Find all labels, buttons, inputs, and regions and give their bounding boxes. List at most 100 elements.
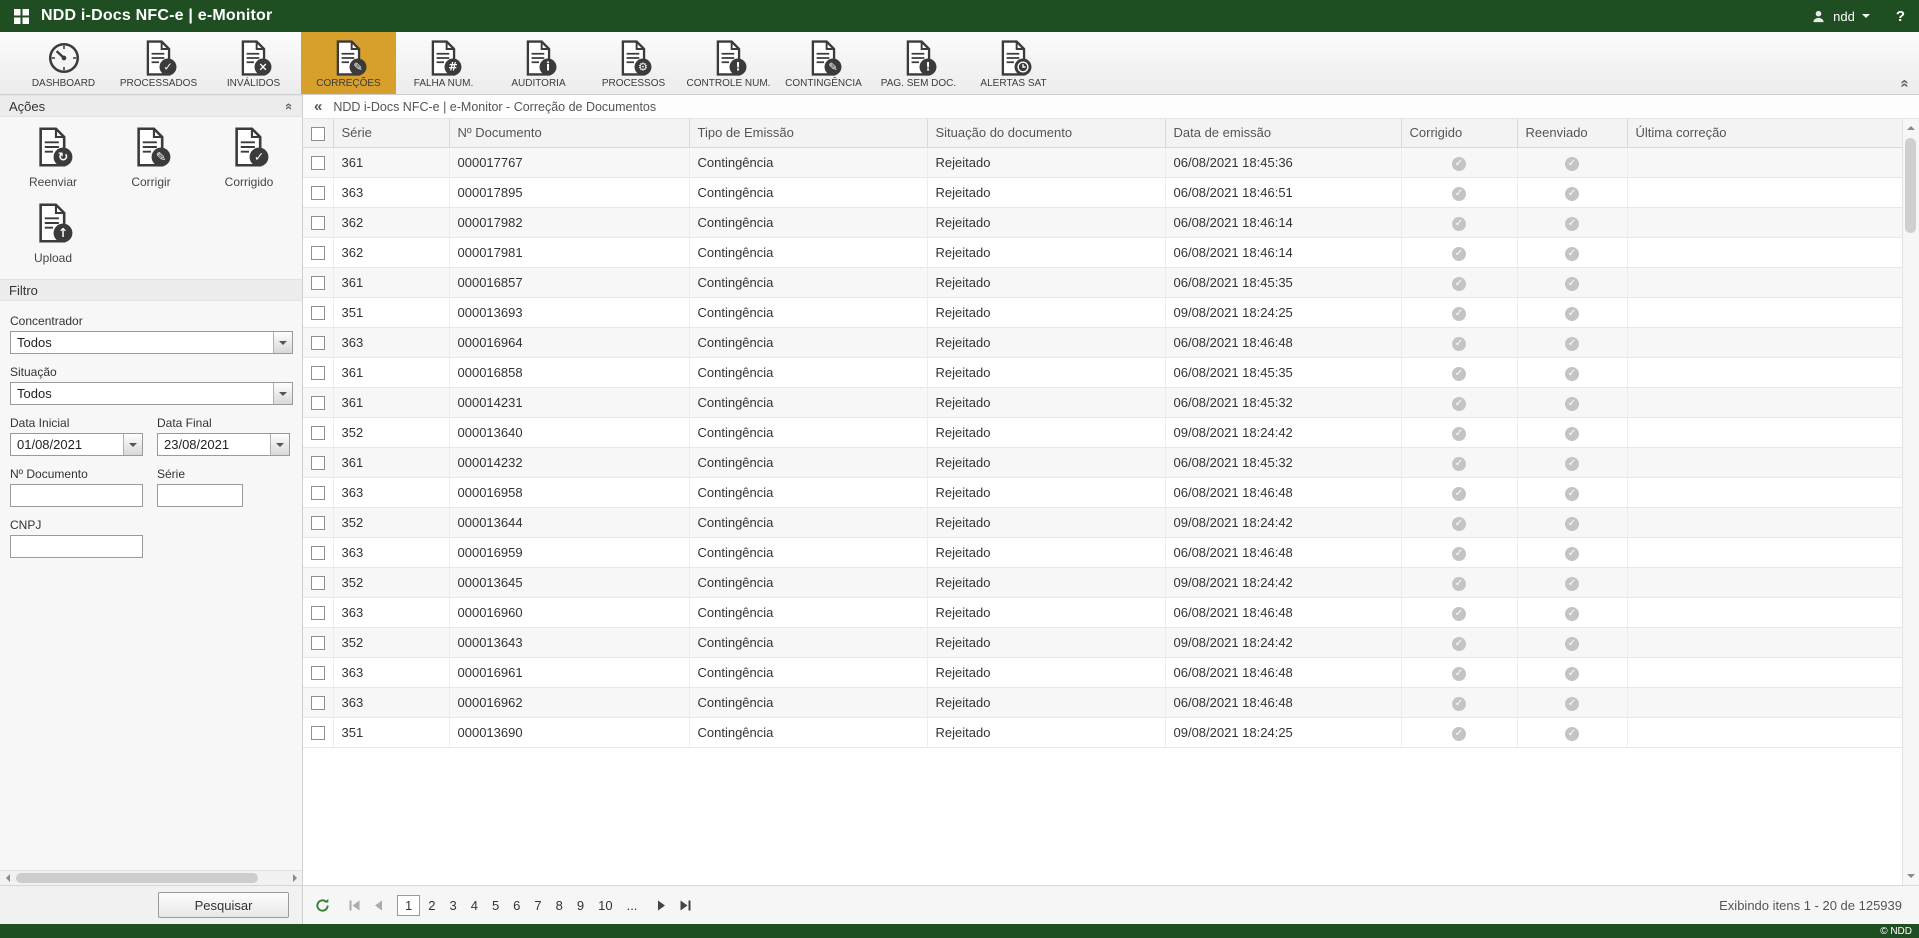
data-final-picker[interactable]: 23/08/2021: [157, 433, 290, 456]
row-checkbox[interactable]: [311, 276, 325, 290]
sidebar-horizontal-scrollbar[interactable]: [0, 870, 302, 885]
row-checkbox[interactable]: [311, 186, 325, 200]
toolbar-item-dashboard[interactable]: DASHBOARD: [16, 32, 111, 94]
column-header-corrigido[interactable]: Corrigido: [1401, 119, 1517, 147]
row-checkbox[interactable]: [311, 606, 325, 620]
row-checkbox[interactable]: [311, 216, 325, 230]
table-row[interactable]: 363000016959ContingênciaRejeitado06/08/2…: [303, 537, 1902, 567]
row-checkbox[interactable]: [311, 486, 325, 500]
refresh-button[interactable]: [315, 898, 330, 913]
toolbar-item-controle-num[interactable]: !CONTROLE NUM.: [681, 32, 776, 94]
column-header-data-de-emiss-o[interactable]: Data de emissão: [1165, 119, 1401, 147]
row-checkbox[interactable]: [311, 666, 325, 680]
page-button-9[interactable]: 9: [571, 896, 590, 915]
action-upload[interactable]: ↑Upload: [4, 203, 102, 265]
table-row[interactable]: 361000017767ContingênciaRejeitado06/08/2…: [303, 147, 1902, 177]
app-grid-icon[interactable]: [14, 9, 29, 24]
first-page-button[interactable]: [345, 900, 364, 911]
help-button[interactable]: ?: [1896, 8, 1905, 25]
column-header-ltima-corre-o[interactable]: Última correção: [1627, 119, 1902, 147]
toolbar-item-conting-ncia[interactable]: ✎CONTINGÊNCIA: [776, 32, 871, 94]
table-row[interactable]: 352000013643ContingênciaRejeitado09/08/2…: [303, 627, 1902, 657]
user-menu[interactable]: ndd: [1811, 9, 1870, 24]
table-row[interactable]: 361000014231ContingênciaRejeitado06/08/2…: [303, 387, 1902, 417]
toolbar-item-inv-lidos[interactable]: ×INVÁLIDOS: [206, 32, 301, 94]
num-documento-input[interactable]: [10, 484, 143, 507]
table-row[interactable]: 363000016960ContingênciaRejeitado06/08/2…: [303, 597, 1902, 627]
table-row[interactable]: 362000017982ContingênciaRejeitado06/08/2…: [303, 207, 1902, 237]
scrollbar-thumb[interactable]: [16, 873, 258, 883]
search-button[interactable]: Pesquisar: [158, 892, 289, 918]
row-checkbox[interactable]: [311, 366, 325, 380]
last-page-button[interactable]: [676, 900, 695, 911]
row-checkbox[interactable]: [311, 306, 325, 320]
column-header-reenviado[interactable]: Reenviado: [1517, 119, 1627, 147]
scroll-right-arrow-icon[interactable]: [287, 871, 302, 886]
table-row[interactable]: 363000016962ContingênciaRejeitado06/08/2…: [303, 687, 1902, 717]
row-checkbox[interactable]: [311, 246, 325, 260]
column-header-tipo-de-emiss-o[interactable]: Tipo de Emissão: [689, 119, 927, 147]
situacao-select[interactable]: Todos: [10, 382, 293, 405]
page-button-[interactable]: ...: [621, 896, 644, 915]
table-row[interactable]: 361000016858ContingênciaRejeitado06/08/2…: [303, 357, 1902, 387]
table-row[interactable]: 363000016961ContingênciaRejeitado06/08/2…: [303, 657, 1902, 687]
prev-page-button[interactable]: [369, 900, 388, 911]
page-button-3[interactable]: 3: [443, 896, 462, 915]
action-reenviar[interactable]: ↻Reenviar: [4, 127, 102, 189]
column-header-s-rie[interactable]: Série: [333, 119, 449, 147]
action-corrigido[interactable]: ✓Corrigido: [200, 127, 298, 189]
concentrador-select[interactable]: Todos: [10, 331, 293, 354]
vertical-scrollbar[interactable]: [1902, 119, 1919, 885]
cnpj-input[interactable]: [10, 535, 143, 558]
page-button-7[interactable]: 7: [528, 896, 547, 915]
toolbar-item-pag-sem-doc[interactable]: !PAG. SEM DOC.: [871, 32, 966, 94]
column-header-n-documento[interactable]: Nº Documento: [449, 119, 689, 147]
toolbar-item-corre-es[interactable]: ✎CORREÇÕES: [301, 32, 396, 94]
scroll-left-arrow-icon[interactable]: [0, 871, 15, 886]
page-button-10[interactable]: 10: [592, 896, 618, 915]
row-checkbox[interactable]: [311, 426, 325, 440]
toolbar-item-alertas-sat[interactable]: ALERTAS SAT: [966, 32, 1061, 94]
table-row[interactable]: 363000016964ContingênciaRejeitado06/08/2…: [303, 327, 1902, 357]
page-button-5[interactable]: 5: [486, 896, 505, 915]
table-row[interactable]: 352000013645ContingênciaRejeitado09/08/2…: [303, 567, 1902, 597]
toolbar-item-processos[interactable]: ⚙PROCESSOS: [586, 32, 681, 94]
data-inicial-picker[interactable]: 01/08/2021: [10, 433, 143, 456]
toolbar-collapse-button[interactable]: [1901, 75, 1909, 92]
row-checkbox[interactable]: [311, 576, 325, 590]
action-corrigir[interactable]: ✎Corrigir: [102, 127, 200, 189]
row-checkbox[interactable]: [311, 546, 325, 560]
table-row[interactable]: 362000017981ContingênciaRejeitado06/08/2…: [303, 237, 1902, 267]
table-row[interactable]: 352000013640ContingênciaRejeitado09/08/2…: [303, 417, 1902, 447]
row-checkbox[interactable]: [311, 456, 325, 470]
scrollbar-thumb[interactable]: [1905, 138, 1916, 233]
toolbar-item-falha-num[interactable]: #FALHA NUM.: [396, 32, 491, 94]
toolbar-item-auditoria[interactable]: iAUDITORIA: [491, 32, 586, 94]
row-checkbox[interactable]: [311, 396, 325, 410]
page-button-4[interactable]: 4: [465, 896, 484, 915]
row-checkbox[interactable]: [311, 156, 325, 170]
actions-collapse-button[interactable]: [286, 99, 293, 114]
row-checkbox[interactable]: [311, 636, 325, 650]
table-row[interactable]: 361000014232ContingênciaRejeitado06/08/2…: [303, 447, 1902, 477]
select-all-checkbox[interactable]: [311, 127, 325, 141]
table-row[interactable]: 351000013690ContingênciaRejeitado09/08/2…: [303, 717, 1902, 747]
table-row[interactable]: 363000016958ContingênciaRejeitado06/08/2…: [303, 477, 1902, 507]
next-page-button[interactable]: [652, 900, 671, 911]
table-row[interactable]: 363000017895ContingênciaRejeitado06/08/2…: [303, 177, 1902, 207]
page-button-1[interactable]: 1: [397, 895, 420, 916]
row-checkbox[interactable]: [311, 336, 325, 350]
scroll-down-arrow-icon[interactable]: [1903, 868, 1919, 884]
table-row[interactable]: 361000016857ContingênciaRejeitado06/08/2…: [303, 267, 1902, 297]
column-header-situa-o-do-documento[interactable]: Situação do documento: [927, 119, 1165, 147]
sidebar-collapse-button[interactable]: [314, 98, 322, 115]
toolbar-item-processados[interactable]: ✓PROCESSADOS: [111, 32, 206, 94]
row-checkbox[interactable]: [311, 516, 325, 530]
serie-input[interactable]: [157, 484, 243, 507]
row-checkbox[interactable]: [311, 696, 325, 710]
page-button-6[interactable]: 6: [507, 896, 526, 915]
table-row[interactable]: 352000013644ContingênciaRejeitado09/08/2…: [303, 507, 1902, 537]
page-button-2[interactable]: 2: [422, 896, 441, 915]
page-button-8[interactable]: 8: [550, 896, 569, 915]
row-checkbox[interactable]: [311, 726, 325, 740]
